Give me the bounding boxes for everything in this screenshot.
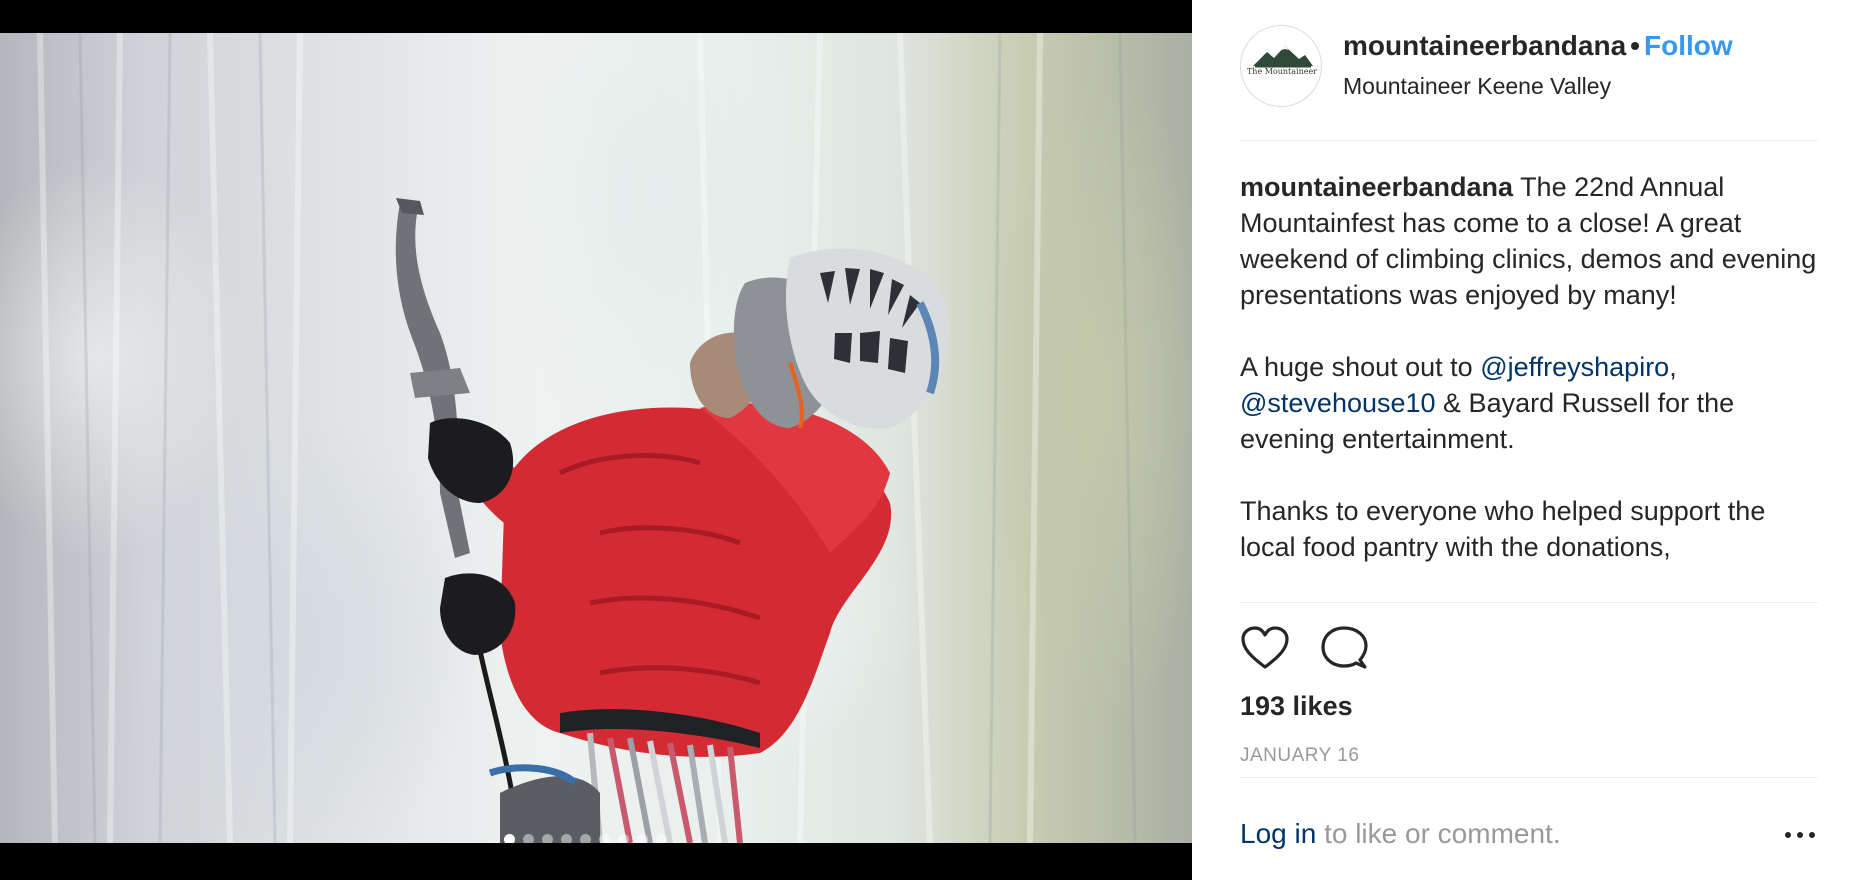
comment-button[interactable] xyxy=(1320,625,1368,671)
carousel-dot[interactable] xyxy=(542,834,553,843)
caption-text-2a: A huge shout out to xyxy=(1240,352,1481,382)
login-link[interactable]: Log in xyxy=(1240,818,1316,849)
post-actions: 193 likes JANUARY 16 xyxy=(1240,602,1818,778)
header-username[interactable]: mountaineerbandana xyxy=(1343,30,1626,61)
more-options-button[interactable] xyxy=(1782,820,1818,850)
post-date: JANUARY 16 xyxy=(1240,745,1360,766)
post-photo[interactable] xyxy=(0,33,1192,843)
avatar-logo-text: The Mountaineer xyxy=(1246,67,1318,76)
carousel-dot[interactable] xyxy=(656,834,667,843)
avatar[interactable]: The Mountaineer xyxy=(1240,25,1322,107)
carousel-indicator xyxy=(504,834,667,843)
mention-stevehouse10[interactable]: @stevehouse10 xyxy=(1240,388,1436,418)
instagram-post: The Mountaineer mountaineerbandana • Follo… xyxy=(0,0,1852,880)
ellipsis-dot xyxy=(1797,832,1803,838)
media-area xyxy=(0,0,1192,880)
carousel-dot[interactable] xyxy=(504,834,515,843)
likes-count[interactable]: 193 likes xyxy=(1240,691,1353,722)
ellipsis-dot xyxy=(1785,832,1791,838)
comment-footer: Log in to like or comment. xyxy=(1240,818,1818,850)
login-prompt: to like or comment. xyxy=(1316,818,1561,849)
post-header: The Mountaineer mountaineerbandana • Follo… xyxy=(1240,25,1818,141)
carousel-dot[interactable] xyxy=(599,834,610,843)
heart-outline-icon xyxy=(1241,626,1289,669)
caption-paragraph-3: Thanks to everyone who helped support th… xyxy=(1240,493,1818,565)
follow-button[interactable]: Follow xyxy=(1644,30,1733,61)
caption-paragraph-2: A huge shout out to @jeffreyshapiro, @st… xyxy=(1240,349,1818,457)
like-button[interactable] xyxy=(1240,625,1290,671)
carousel-dot[interactable] xyxy=(523,834,534,843)
ellipsis-dot xyxy=(1809,832,1815,838)
caption-paragraph-1: mountaineerbandana The 22nd Annual Mount… xyxy=(1240,169,1818,313)
separator-dot: • xyxy=(1630,30,1640,61)
carousel-dot[interactable] xyxy=(637,834,648,843)
post-side-panel: The Mountaineer mountaineerbandana • Follo… xyxy=(1192,0,1852,880)
caption-comma: , xyxy=(1669,352,1677,382)
header-username-row: mountaineerbandana • Follow xyxy=(1343,30,1733,62)
mention-jeffreyshapiro[interactable]: @jeffreyshapiro xyxy=(1480,352,1669,382)
caption-text-3: Thanks to everyone who helped support th… xyxy=(1240,496,1766,562)
ice-climber-illustration xyxy=(37,33,1137,843)
location-link[interactable]: Mountaineer Keene Valley xyxy=(1343,73,1611,100)
carousel-dot[interactable] xyxy=(618,834,629,843)
caption-area[interactable]: mountaineerbandana The 22nd Annual Mount… xyxy=(1240,169,1818,601)
carousel-dot[interactable] xyxy=(561,834,572,843)
carousel-dot[interactable] xyxy=(580,834,591,843)
caption-username[interactable]: mountaineerbandana xyxy=(1240,172,1513,202)
speech-bubble-icon xyxy=(1321,626,1368,669)
